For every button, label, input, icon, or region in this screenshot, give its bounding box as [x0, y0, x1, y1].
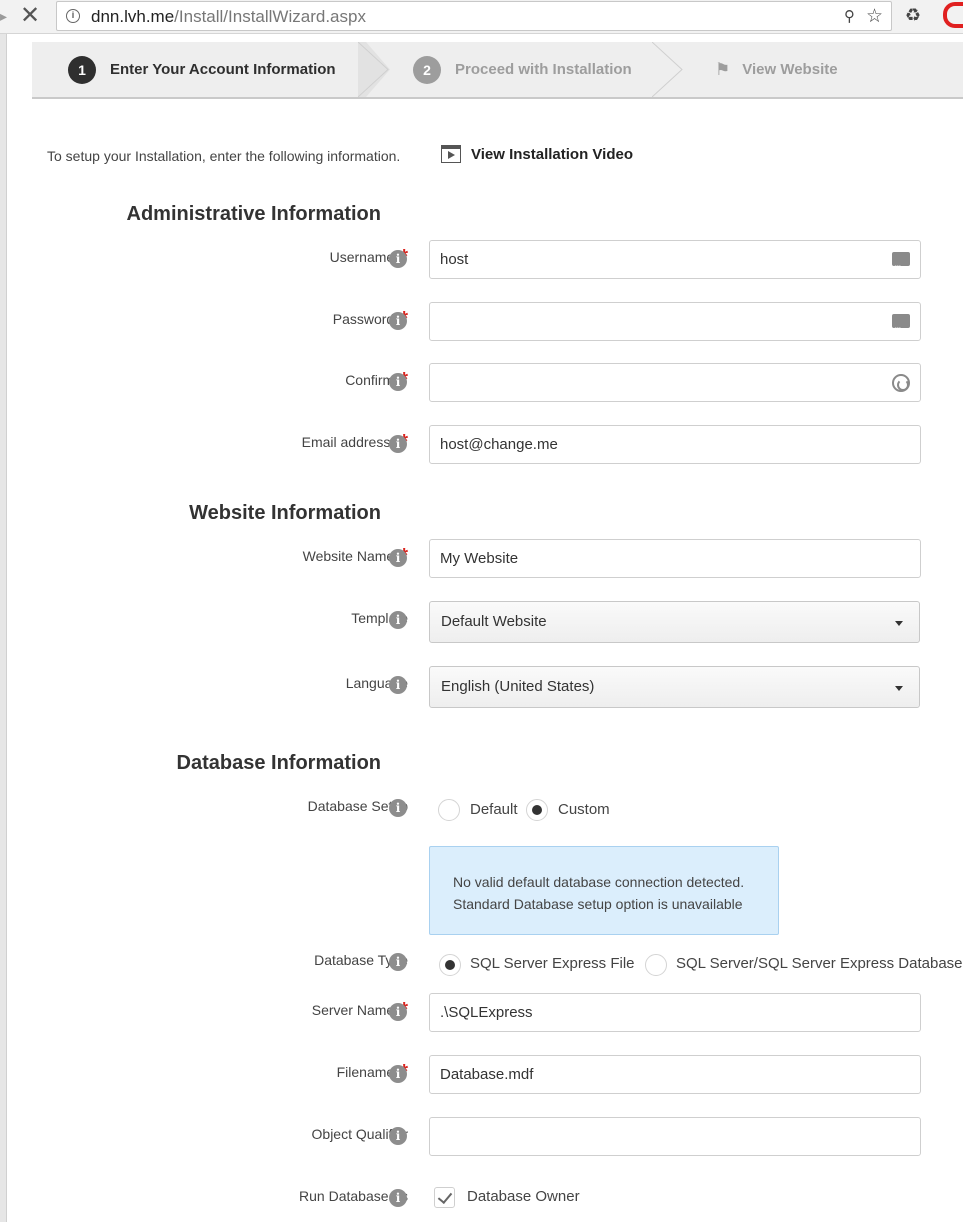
info-icon[interactable]: i [389, 1003, 407, 1021]
checkered-flag-icon: ⚑ [715, 59, 731, 79]
info-icon[interactable]: i [389, 799, 407, 817]
email-field[interactable]: host@change.me [429, 425, 921, 464]
notice-line: No valid default database connection det… [453, 874, 745, 890]
template-select[interactable]: Default Website [429, 601, 920, 643]
type-express-file-radio[interactable] [439, 954, 461, 976]
step-number: 1 [68, 55, 96, 84]
info-icon[interactable]: i [389, 250, 407, 268]
password-manager-icon[interactable] [892, 249, 910, 286]
type-server-database-label[interactable]: SQL Server/SQL Server Express Database [676, 955, 963, 972]
type-express-file-label[interactable]: SQL Server Express File [470, 955, 635, 972]
video-link-label: View Installation Video [471, 145, 633, 163]
step-number: 2 [413, 55, 441, 84]
field-value: host@change.me [440, 436, 558, 453]
view-video-link[interactable]: View Installation Video [441, 145, 633, 163]
url-host: dnn.lvh.me [91, 7, 175, 26]
info-icon[interactable]: i [389, 549, 407, 567]
field-value: .\SQLExpress [440, 1004, 533, 1021]
opera-extension-icon[interactable] [943, 2, 963, 28]
site-info-icon[interactable]: i [66, 9, 80, 23]
section-heading-admin: Administrative Information [126, 203, 381, 225]
selected-value: English (United States) [441, 678, 595, 695]
key-icon[interactable]: ⚲ [844, 7, 855, 25]
step-label: View Website [742, 61, 838, 78]
recycle-extension-icon[interactable]: ♻ [905, 5, 921, 26]
website-name-field[interactable]: My Website [429, 539, 921, 578]
label-text: Password [332, 311, 395, 327]
dropdown-caret-icon [895, 686, 903, 691]
video-icon [441, 145, 461, 163]
info-icon[interactable]: i [389, 1127, 407, 1145]
info-icon[interactable]: i [389, 611, 407, 629]
stop-loading-icon[interactable]: ✕ [20, 2, 40, 30]
server-name-field[interactable]: .\SQLExpress [429, 993, 921, 1032]
notice-line: Standard Database setup option is unavai… [453, 896, 743, 912]
database-owner-checkbox[interactable] [434, 1187, 455, 1208]
no-default-db-notice: No valid default database connection det… [429, 846, 779, 935]
setup-custom-radio[interactable] [526, 799, 548, 821]
setup-default-label[interactable]: Default [470, 801, 518, 818]
step-view-website[interactable]: ⚑ View Website [715, 42, 838, 97]
info-icon[interactable]: i [389, 676, 407, 694]
object-qualifier-field[interactable] [429, 1117, 921, 1156]
label-text: Filename [336, 1064, 395, 1080]
password-manager-icon[interactable] [892, 311, 910, 348]
field-value: My Website [440, 550, 519, 567]
section-heading-database: Database Information [176, 752, 381, 774]
step-separator-arrow [652, 42, 683, 97]
label-text: Server Name [311, 1002, 395, 1018]
url-path: /Install/InstallWizard.aspx [174, 7, 366, 26]
confirm-password-field[interactable] [429, 363, 921, 402]
step-account-info[interactable]: 1 Enter Your Account Information [68, 42, 336, 97]
label-text: Confirm [345, 372, 395, 388]
language-select[interactable]: English (United States) [429, 666, 920, 708]
url-text[interactable]: dnn.lvh.me/Install/InstallWizard.aspx [91, 7, 366, 27]
type-server-database-radio[interactable] [645, 954, 667, 976]
step-separator-arrow [358, 42, 390, 97]
section-heading-website: Website Information [189, 502, 381, 524]
database-owner-label[interactable]: Database Owner [467, 1188, 580, 1205]
info-icon[interactable]: i [389, 373, 407, 391]
address-bar[interactable]: i dnn.lvh.me/Install/InstallWizard.aspx … [56, 1, 892, 31]
field-value: Database.mdf [440, 1066, 534, 1083]
field-value: host [440, 251, 469, 268]
filename-field[interactable]: Database.mdf [429, 1055, 921, 1094]
wizard-steps: 1 Enter Your Account Information 2 Proce… [32, 42, 963, 99]
bookmark-star-icon[interactable]: ☆ [866, 5, 883, 28]
info-icon[interactable]: i [389, 435, 407, 453]
username-field[interactable]: host [429, 240, 921, 286]
back-arrow-icon[interactable]: ▸ [0, 8, 7, 25]
intro-text: To setup your Installation, enter the fo… [47, 148, 401, 164]
generate-password-icon[interactable] [892, 374, 910, 392]
label-text: Email address: [301, 434, 395, 450]
info-icon[interactable]: i [389, 1189, 407, 1207]
setup-default-radio[interactable] [438, 799, 460, 821]
step-proceed-installation[interactable]: 2 Proceed with Installation [413, 42, 632, 97]
password-field[interactable] [429, 302, 921, 348]
label-text: Username [329, 249, 395, 265]
label-text: Website Name [302, 548, 395, 564]
info-icon[interactable]: i [389, 312, 407, 330]
info-icon[interactable]: i [389, 1065, 407, 1083]
info-icon[interactable]: i [389, 953, 407, 971]
step-label: Enter Your Account Information [110, 61, 336, 78]
browser-toolbar: ▸ ✕ i dnn.lvh.me/Install/InstallWizard.a… [0, 0, 963, 34]
window-left-border [0, 34, 7, 1222]
step-label: Proceed with Installation [455, 61, 632, 78]
setup-custom-label[interactable]: Custom [558, 801, 610, 818]
selected-value: Default Website [441, 613, 547, 630]
dropdown-caret-icon [895, 621, 903, 626]
